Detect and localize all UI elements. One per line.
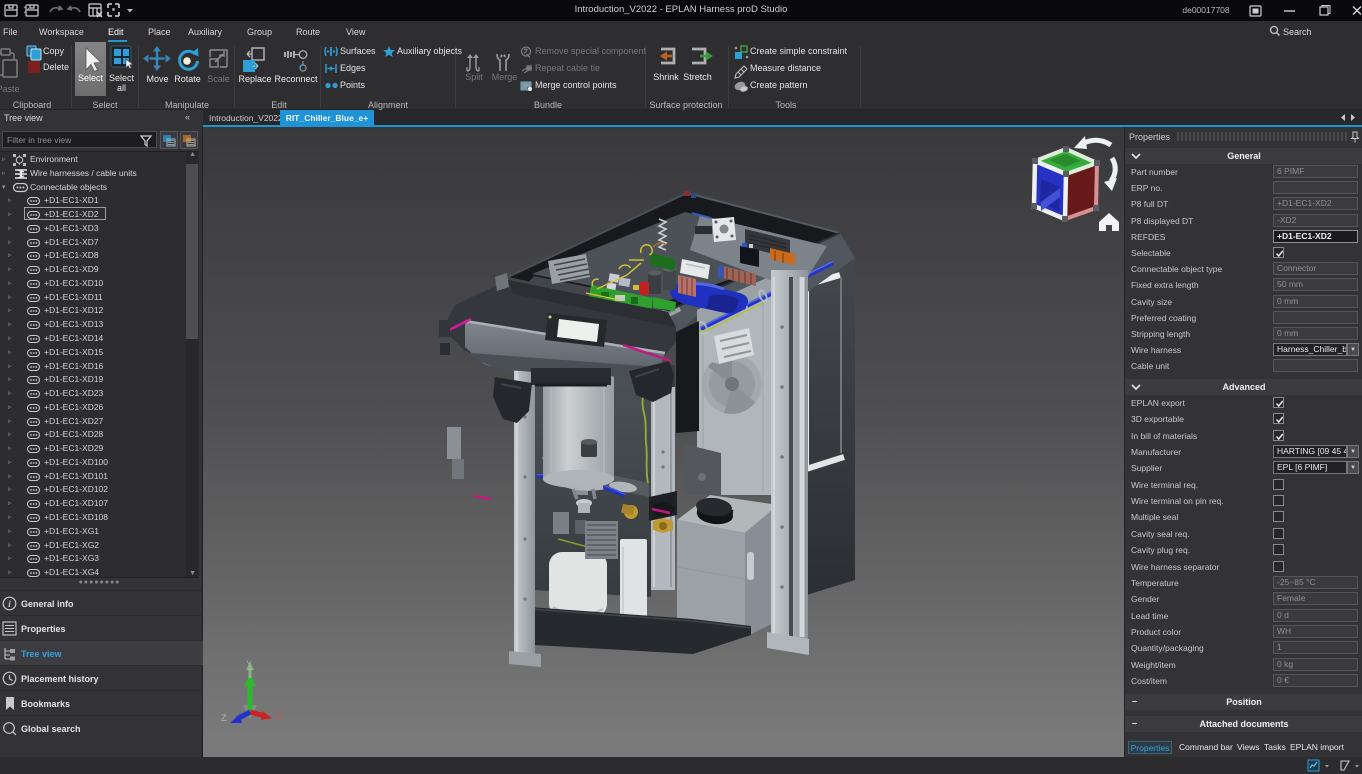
svg-text:Y: Y — [246, 659, 252, 669]
svg-text:i: i — [8, 599, 11, 609]
svg-text:Z: Z — [221, 713, 227, 723]
svg-text:X: X — [276, 712, 282, 722]
